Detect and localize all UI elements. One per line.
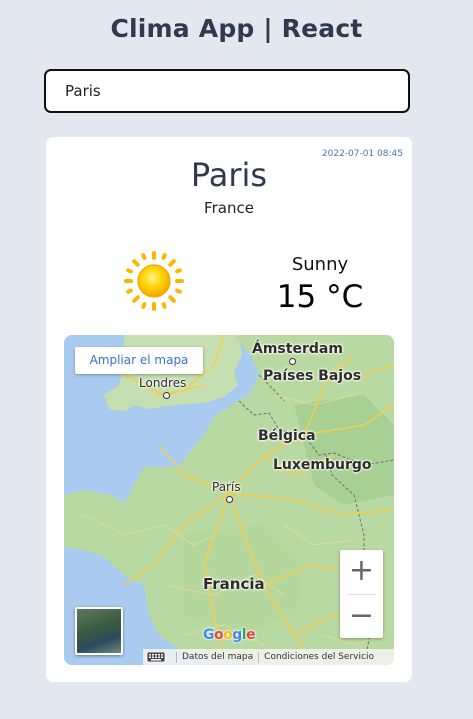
attribution-separator [258, 651, 260, 663]
keyboard-icon[interactable] [147, 652, 165, 662]
zoom-out-button[interactable]: − [340, 595, 383, 638]
zoom-control: + − [340, 550, 383, 638]
city-search-input[interactable] [44, 69, 410, 113]
city-name: Paris [190, 156, 268, 194]
temperature: 15 °C [276, 279, 364, 315]
zoom-in-button[interactable]: + [340, 550, 383, 593]
embedded-map[interactable]: Ámsterdam Países Bajos Londres Bélgica L… [64, 335, 394, 665]
sun-icon [124, 251, 184, 311]
map-label-paris: París [212, 480, 241, 494]
map-label-paises-bajos: Países Bajos [263, 368, 362, 384]
city-dot-amsterdam [289, 358, 296, 365]
google-logo: Google [203, 627, 256, 643]
app-title: Clima App | React [110, 14, 363, 43]
map-label-luxemburgo: Luxemburgo [273, 457, 372, 473]
weather-card: 2022-07-01 08:45 Paris France Sunny 15 °… [46, 137, 412, 682]
map-data-link[interactable]: Datos del mapa [182, 652, 253, 662]
city-dot-londres [163, 392, 170, 399]
attribution-separator [176, 651, 177, 663]
terms-link[interactable]: Condiciones del Servicio [264, 652, 374, 662]
map-label-francia: Francia [203, 575, 265, 593]
map-label-belgica: Bélgica [258, 428, 316, 444]
country-name: France [204, 199, 254, 217]
satellite-view-toggle[interactable] [75, 607, 123, 655]
enlarge-map-button[interactable]: Ampliar el mapa [75, 347, 203, 374]
weather-condition: Sunny [291, 254, 349, 275]
map-label-amsterdam: Ámsterdam [252, 341, 343, 357]
city-dot-paris [226, 496, 233, 503]
map-label-londres: Londres [139, 376, 187, 390]
map-attribution: Datos del mapa Condiciones del Servicio [143, 649, 394, 665]
